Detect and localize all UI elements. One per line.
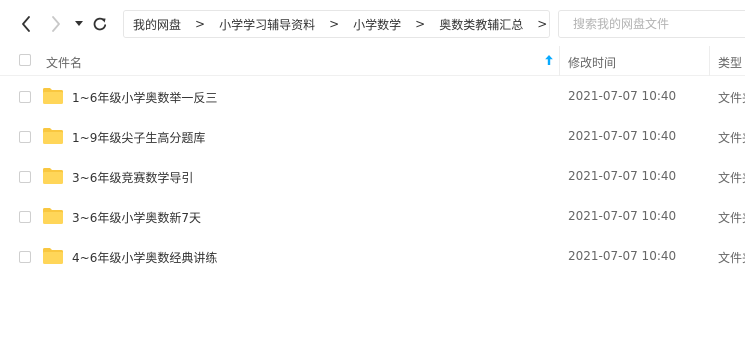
caret-down-icon <box>75 21 83 26</box>
file-type: 文件夹 <box>718 91 745 105</box>
refresh-button[interactable] <box>90 12 110 36</box>
row-checkbox[interactable] <box>19 171 31 183</box>
back-button[interactable] <box>16 12 36 36</box>
file-row[interactable]: 1~9年级尖子生高分题库 2021-07-07 10:40 文件夹 <box>0 117 745 157</box>
file-name[interactable]: 1~9年级尖子生高分题库 <box>72 129 205 146</box>
folder-icon <box>43 248 63 264</box>
file-modified-time: 2021-07-07 10:40 <box>568 209 677 223</box>
row-checkbox[interactable] <box>19 211 31 223</box>
chevron-left-icon <box>22 16 30 32</box>
breadcrumb-separator: > <box>415 17 426 31</box>
refresh-icon <box>93 17 107 31</box>
column-divider[interactable] <box>559 46 560 76</box>
file-row[interactable]: 1~6年级小学奥数举一反三 2021-07-07 10:40 文件夹 <box>0 77 745 117</box>
file-list-header: 文件名 修改时间 类型 <box>0 46 745 76</box>
file-name[interactable]: 3~6年级小学奥数新7天 <box>72 209 201 226</box>
breadcrumb-item-home[interactable]: 我的网盘 <box>133 16 181 33</box>
row-checkbox[interactable] <box>19 251 31 263</box>
file-name[interactable]: 4~6年级小学奥数经典讲练 <box>72 249 217 266</box>
file-row[interactable]: 4~6年级小学奥数经典讲练 2021-07-07 10:40 文件夹 <box>0 237 745 277</box>
file-name[interactable]: 3~6年级竞赛数学导引 <box>72 169 193 186</box>
breadcrumb: 我的网盘 > 小学学习辅导资料 > 小学数学 > 奥数类教辅汇总 > <box>123 10 550 38</box>
column-header-modified[interactable]: 修改时间 <box>568 54 616 71</box>
breadcrumb-separator: > <box>537 17 548 31</box>
breadcrumb-separator: > <box>329 17 340 31</box>
breadcrumb-separator: > <box>195 17 206 31</box>
breadcrumb-item-current[interactable]: 奥数类教辅汇总 <box>439 16 523 33</box>
column-header-type[interactable]: 类型 <box>718 54 742 71</box>
history-dropdown-button[interactable] <box>72 12 86 36</box>
column-header-name[interactable]: 文件名 <box>46 54 82 71</box>
folder-icon <box>43 128 63 144</box>
search-input[interactable] <box>571 16 745 32</box>
column-divider[interactable] <box>709 46 710 76</box>
select-all-checkbox[interactable] <box>19 54 31 66</box>
file-type: 文件夹 <box>718 211 745 225</box>
file-modified-time: 2021-07-07 10:40 <box>568 249 677 263</box>
file-type: 文件夹 <box>718 131 745 145</box>
chevron-right-icon <box>52 16 60 32</box>
folder-icon <box>43 208 63 224</box>
file-name[interactable]: 1~6年级小学奥数举一反三 <box>72 89 217 106</box>
file-row[interactable]: 3~6年级竞赛数学导引 2021-07-07 10:40 文件夹 <box>0 157 745 197</box>
file-modified-time: 2021-07-07 10:40 <box>568 129 677 143</box>
file-type: 文件夹 <box>718 171 745 185</box>
folder-icon <box>43 88 63 104</box>
row-checkbox[interactable] <box>19 131 31 143</box>
file-modified-time: 2021-07-07 10:40 <box>568 89 677 103</box>
file-row[interactable]: 3~6年级小学奥数新7天 2021-07-07 10:40 文件夹 <box>0 197 745 237</box>
forward-button[interactable] <box>46 12 66 36</box>
breadcrumb-item[interactable]: 小学学习辅导资料 <box>219 16 315 33</box>
folder-icon <box>43 168 63 184</box>
file-type: 文件夹 <box>718 251 745 265</box>
file-modified-time: 2021-07-07 10:40 <box>568 169 677 183</box>
arrow-up-icon[interactable] <box>544 54 554 66</box>
search-box <box>558 10 745 38</box>
row-checkbox[interactable] <box>19 91 31 103</box>
toolbar: 我的网盘 > 小学学习辅导资料 > 小学数学 > 奥数类教辅汇总 > <box>0 0 745 46</box>
breadcrumb-item[interactable]: 小学数学 <box>353 16 401 33</box>
